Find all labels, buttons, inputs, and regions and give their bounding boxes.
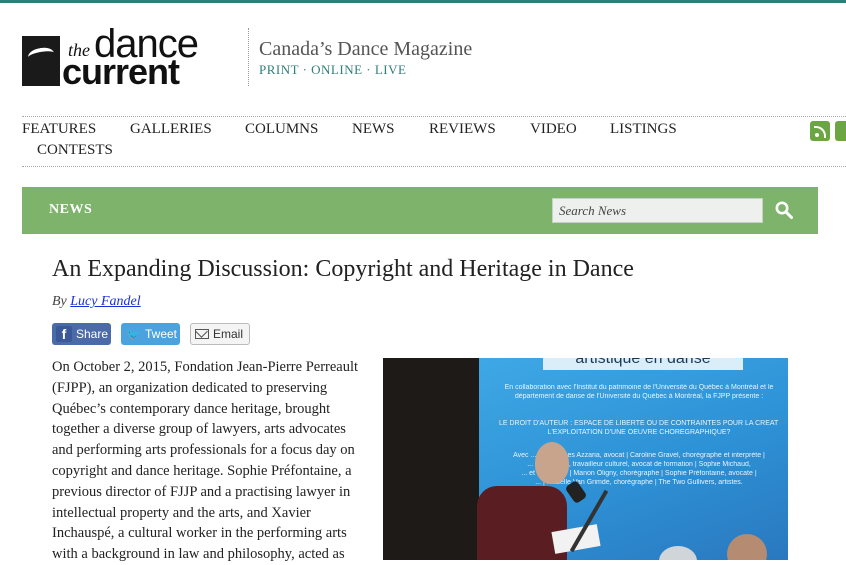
tweet-button[interactable]: 🐦 Tweet bbox=[121, 323, 180, 345]
mail-icon bbox=[195, 329, 209, 339]
body-line: Québec’s contemporary dance heritage, br… bbox=[52, 400, 331, 417]
nav-item-columns[interactable]: COLUMNS bbox=[245, 121, 318, 138]
nav-item-news[interactable]: NEWS bbox=[352, 121, 395, 138]
rss-icon[interactable] bbox=[810, 121, 830, 141]
body-line: previous director of FJJP and a practisi… bbox=[52, 483, 351, 500]
search-box bbox=[552, 198, 763, 223]
top-accent-bar bbox=[0, 0, 846, 3]
nav-item-video[interactable]: VIDEO bbox=[530, 121, 577, 138]
search-input[interactable] bbox=[553, 199, 762, 222]
article-body: On October 2, 2015, Fondation Jean-Pierr… bbox=[52, 357, 372, 565]
site-logo[interactable]: the dance current bbox=[22, 24, 212, 92]
screen-text: En collaboration avec l'Institut du patr… bbox=[504, 384, 774, 391]
nav-item-galleries[interactable]: GALLERIES bbox=[130, 121, 212, 138]
nav-item-reviews[interactable]: REVIEWS bbox=[429, 121, 496, 138]
article-photo[interactable]: artistique en danse En collaboration ave… bbox=[383, 358, 788, 560]
site-tagline: Canada’s Dance Magazine bbox=[259, 38, 473, 60]
screen-heading: artistique en danse bbox=[543, 358, 743, 370]
screen-text: département de danse de l'Université du … bbox=[514, 393, 764, 400]
body-line: and performing arts professionals for a … bbox=[52, 442, 355, 459]
logo-current: current bbox=[62, 51, 180, 92]
byline-prefix: By bbox=[52, 294, 67, 309]
social-icon[interactable] bbox=[835, 121, 846, 141]
body-line: together a diverse group of lawyers, art… bbox=[52, 421, 346, 438]
site-sub-tagline: PRINT · ONLINE · LIVE bbox=[259, 62, 407, 77]
article-title: An Expanding Discussion: Copyright and H… bbox=[52, 256, 634, 282]
author-link[interactable]: Lucy Fandel bbox=[70, 294, 140, 309]
twitter-icon: 🐦 bbox=[126, 328, 140, 341]
screen-text: L'EXPLOITATION D'UNE OEUVRE CHORÉGRAPHIQ… bbox=[547, 429, 731, 436]
nav-bottom-rule bbox=[22, 166, 846, 167]
nav-item-features[interactable]: FEATURES bbox=[22, 121, 96, 138]
byline: By Lucy Fandel bbox=[52, 294, 141, 310]
section-title[interactable]: NEWS bbox=[49, 202, 92, 218]
section-header: NEWS bbox=[22, 187, 818, 234]
body-line: (FJPP), an organization dedicated to pre… bbox=[52, 379, 328, 396]
share-label: Share bbox=[76, 327, 109, 341]
logo-mark bbox=[22, 36, 60, 86]
screen-text: LE DROIT D'AUTEUR : ESPACE DE LIBERTÉ OU… bbox=[499, 420, 779, 427]
facebook-icon: f bbox=[56, 326, 72, 342]
body-line: with a background in law and philosophy,… bbox=[52, 546, 345, 563]
header-divider bbox=[248, 28, 249, 86]
search-icon[interactable] bbox=[775, 201, 793, 219]
nav-item-contests[interactable]: CONTESTS bbox=[37, 142, 113, 159]
speaker-head bbox=[535, 442, 569, 484]
tweet-label: Tweet bbox=[145, 327, 178, 341]
body-line: copyright and dance heritage. Sophie Pré… bbox=[52, 462, 352, 479]
facebook-share-button[interactable]: f Share bbox=[52, 323, 111, 345]
nav-top-rule bbox=[22, 116, 846, 117]
email-label: Email bbox=[213, 327, 244, 341]
body-line: On October 2, 2015, Fondation Jean-Pierr… bbox=[52, 359, 359, 375]
nav-item-listings[interactable]: LISTINGS bbox=[610, 121, 677, 138]
email-button[interactable]: Email bbox=[190, 323, 250, 345]
body-line: intellectual property and the arts, and … bbox=[52, 504, 311, 521]
body-line: Inchauspé, a cultural worker in the perf… bbox=[52, 525, 347, 542]
